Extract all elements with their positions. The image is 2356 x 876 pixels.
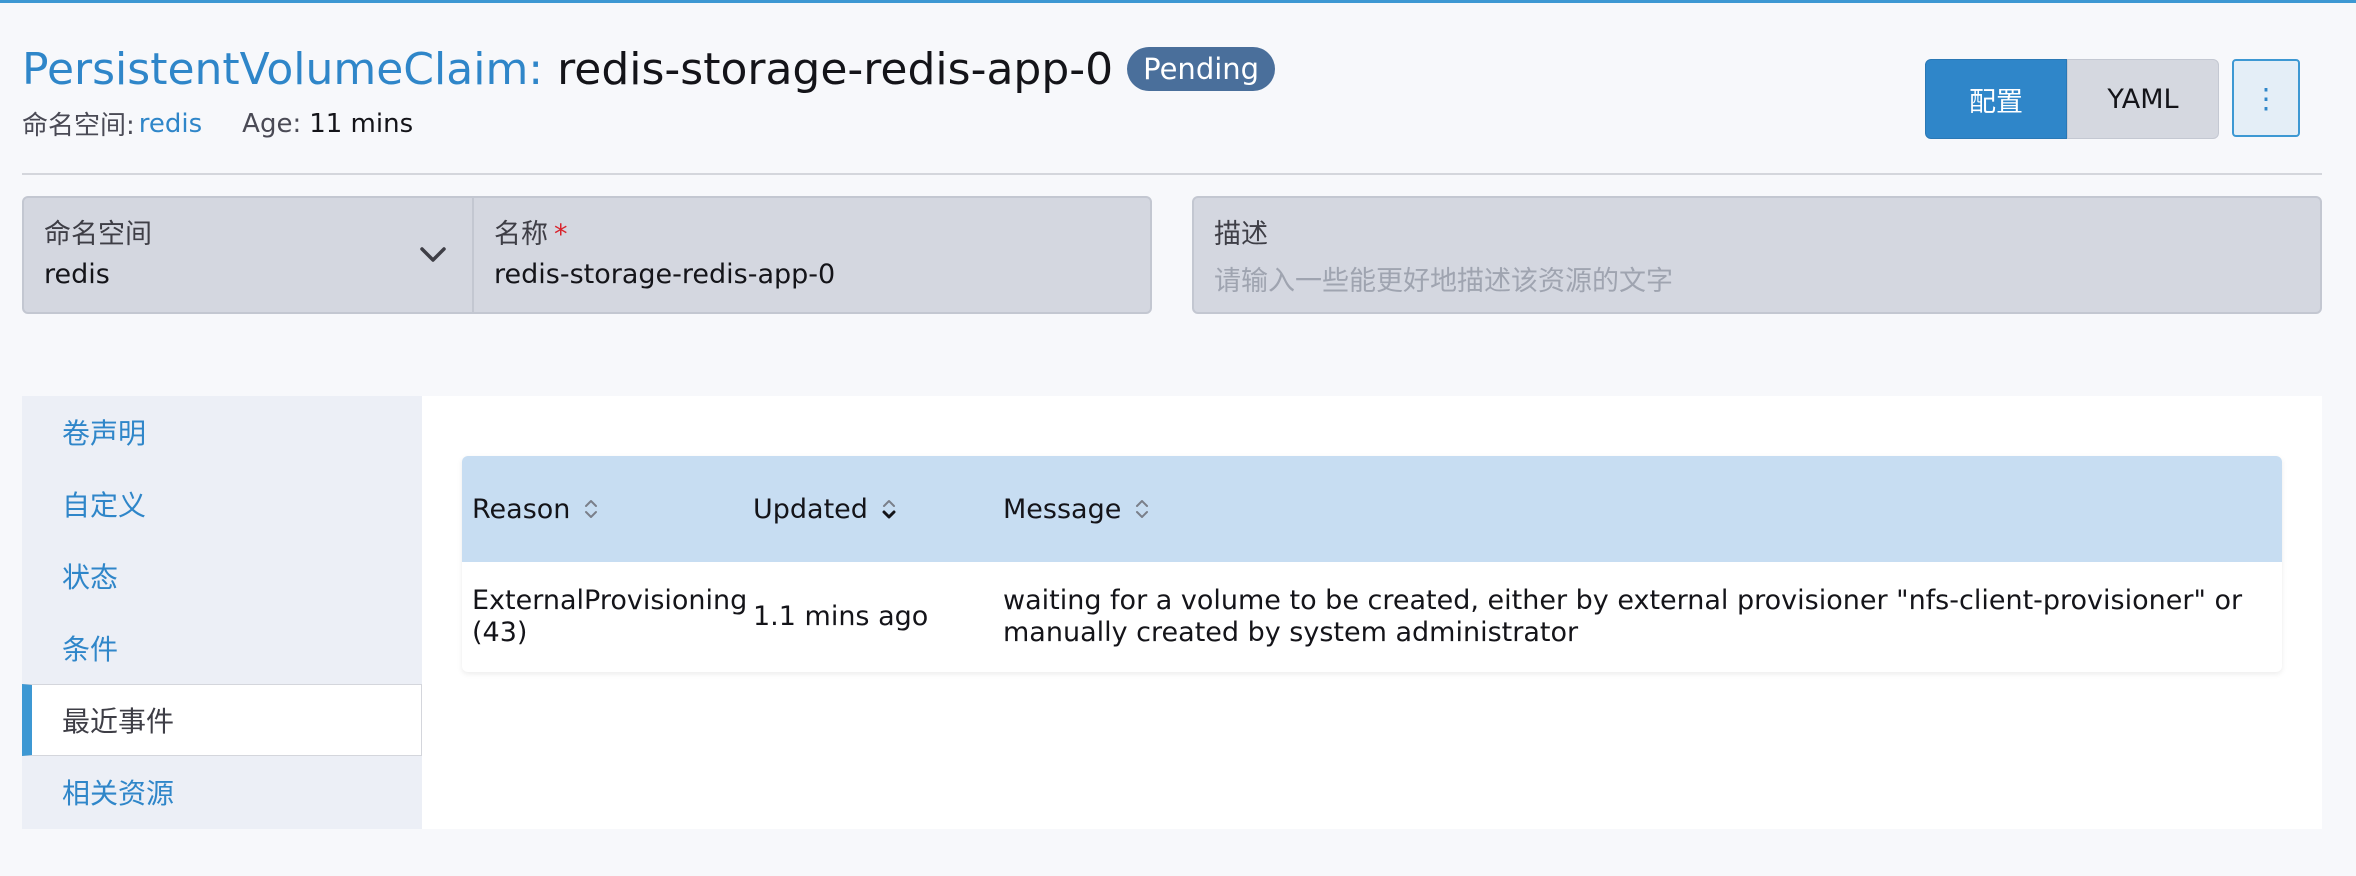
description-placeholder: 请输入一些能更好地描述该资源的文字	[1214, 266, 1673, 297]
namespace-link[interactable]: redis	[139, 109, 202, 139]
kebab-menu-icon: ⋮	[2252, 81, 2280, 115]
events-table: Reason Updated Message ExternalProvision…	[462, 456, 2282, 672]
yaml-button[interactable]: YAML	[2067, 59, 2219, 139]
cell-reason: ExternalProvisioning (43)	[472, 585, 748, 648]
nav-item-related-resources[interactable]: 相关资源	[22, 756, 422, 828]
view-toggle: 配置 YAML	[1925, 59, 2219, 139]
column-message-label: Message	[1003, 493, 1122, 525]
more-actions-button[interactable]: ⋮	[2232, 59, 2300, 137]
section-nav: 卷声明 自定义 状态 条件 最近事件 相关资源	[22, 396, 422, 829]
column-reason-label: Reason	[472, 493, 571, 525]
description-field[interactable]: 描述 请输入一些能更好地描述该资源的文字	[1192, 196, 2322, 314]
name-label-text: 名称	[494, 219, 548, 250]
resource-kind: PersistentVolumeClaim:	[22, 43, 544, 95]
namespace-meta-label: 命名空间:	[22, 111, 135, 141]
description-field-label: 描述	[1214, 219, 1268, 250]
cell-updated: 1.1 mins ago	[753, 601, 929, 632]
page-title: redis-storage-redis-app-0	[557, 43, 1114, 95]
detail-panel: 卷声明 自定义 状态 条件 最近事件 相关资源 Reason Updated M…	[22, 396, 2322, 829]
status-badge: Pending	[1127, 47, 1276, 91]
chevron-down-icon	[420, 247, 446, 262]
age-value: 11 mins	[309, 108, 414, 139]
config-button[interactable]: 配置	[1925, 59, 2067, 139]
sort-icon	[585, 500, 598, 518]
column-header-reason[interactable]: Reason	[462, 494, 743, 525]
nav-item-status[interactable]: 状态	[22, 540, 422, 612]
page-header: PersistentVolumeClaim: redis-storage-red…	[22, 41, 2334, 151]
cell-message: waiting for a volume to be created, eith…	[1003, 585, 2243, 648]
required-mark: *	[554, 219, 568, 250]
column-updated-label: Updated	[753, 493, 868, 525]
nav-item-customize[interactable]: 自定义	[22, 468, 422, 540]
table-row: ExternalProvisioning (43) 1.1 mins ago w…	[462, 562, 2282, 672]
sort-desc-icon	[882, 500, 896, 519]
name-field-value: redis-storage-redis-app-0	[494, 259, 836, 290]
sort-icon	[1136, 500, 1149, 518]
nav-item-conditions[interactable]: 条件	[22, 612, 422, 684]
header-divider	[22, 173, 2322, 175]
namespace-select[interactable]: 命名空间 redis	[22, 196, 474, 314]
table-header: Reason Updated Message	[462, 456, 2282, 562]
namespace-field-label: 命名空间	[44, 219, 152, 250]
namespace-field-value: redis	[44, 259, 110, 290]
column-header-updated[interactable]: Updated	[743, 494, 993, 525]
name-field[interactable]: 名称 * redis-storage-redis-app-0	[472, 196, 1152, 314]
column-header-message[interactable]: Message	[993, 494, 2282, 525]
events-content: Reason Updated Message ExternalProvision…	[422, 396, 2322, 829]
name-field-label: 名称 *	[494, 212, 1130, 251]
nav-item-volume-claim[interactable]: 卷声明	[22, 396, 422, 468]
nav-item-recent-events[interactable]: 最近事件	[22, 684, 422, 756]
age-label: Age:	[242, 108, 302, 139]
